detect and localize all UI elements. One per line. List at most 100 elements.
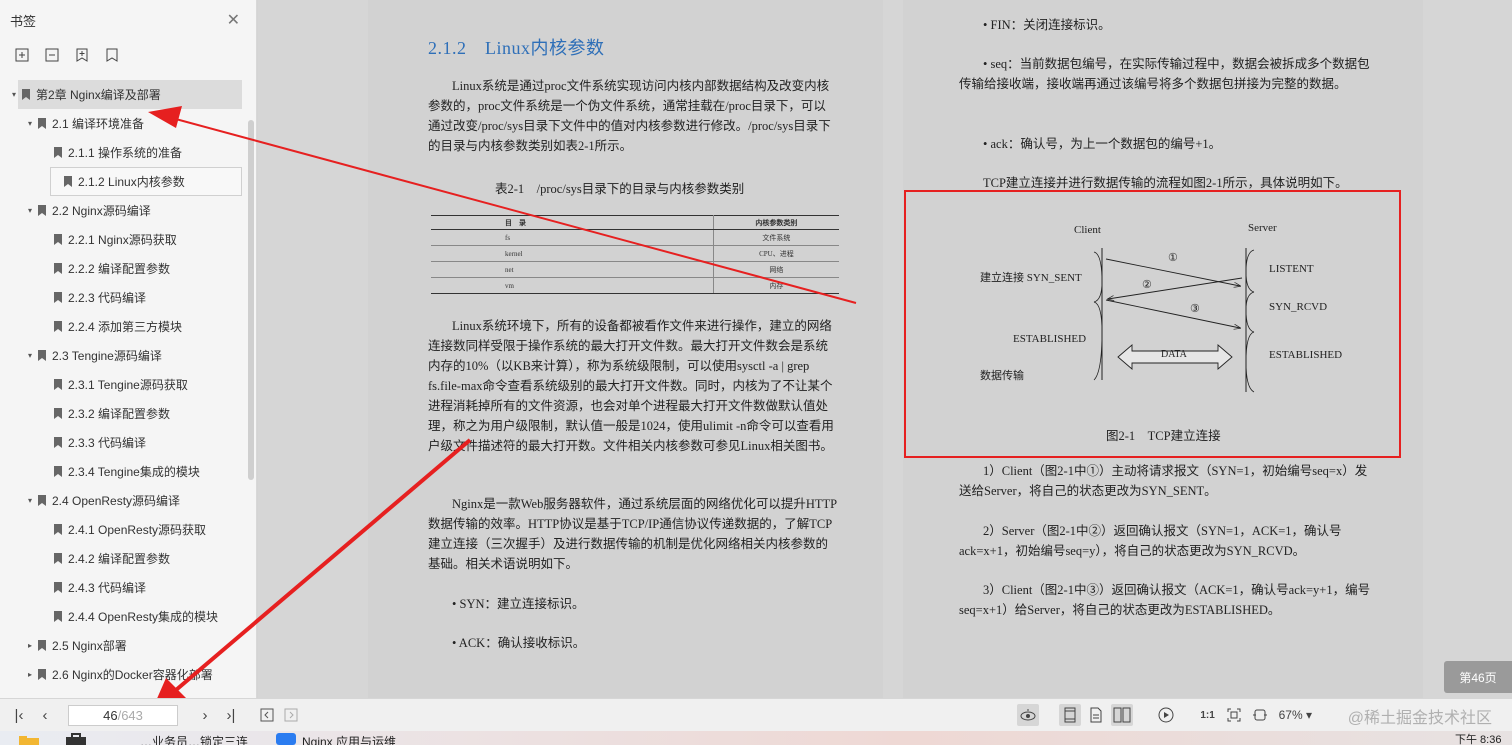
bookmark-item[interactable]: ▸ 2.6 Nginx的Docker容器化部署 (0, 660, 250, 689)
bookmark-item[interactable]: ▸ 2.5 Nginx部署 (0, 631, 250, 660)
bookmark-label: 2.2.2 编译配置参数 (68, 262, 171, 276)
bookmark-sidebar: 书签 ✕ ▾ 第2章 Nginx编译及部署 ▾ 2.1 编译环境准备 2.1.1 操作系… (0, 0, 257, 698)
document-viewport: 2.1.2 Linux内核参数 Linux系统是通过proc文件系统实现访问内核… (258, 0, 1512, 698)
bookmark-label: 2.3.3 代码编译 (68, 436, 147, 450)
table-row: net 网络 (431, 261, 839, 278)
bookmark-icon (38, 495, 46, 506)
bookmark-item[interactable]: 2.1.2 Linux内核参数 (50, 167, 242, 196)
step-2-text: 2）Server（图2-1中②）返回确认报文（SYN=1，ACK=1，确认号ac… (959, 524, 1342, 558)
bookmark-item[interactable]: ▾ 2.2 Nginx源码编译 (0, 196, 250, 225)
bookmark-icon[interactable] (104, 47, 120, 63)
table-caption: 表2-1 /proc/sys目录下的目录与内核参数类别 (495, 182, 745, 196)
expand-all-icon[interactable] (14, 47, 30, 63)
expand-toggle-icon[interactable]: ▸ (25, 641, 35, 650)
state-syn-sent: 建立连接 SYN_SENT (980, 272, 1082, 284)
bookmark-item[interactable]: 2.2.3 代码编译 (0, 283, 250, 312)
panel-toggle-icon[interactable] (280, 704, 302, 726)
zoom-select[interactable]: 67% ▾ (1279, 708, 1312, 722)
bookmark-label: 2.3 Tengine源码编译 (52, 349, 162, 363)
bookmark-item[interactable]: ▾ 2.4 OpenResty源码编译 (0, 486, 250, 515)
first-page-icon[interactable]: |‹ (6, 707, 32, 724)
expand-toggle-icon[interactable]: ▾ (25, 351, 35, 360)
bookmark-icon (54, 437, 62, 448)
bookmark-item[interactable]: 2.3.3 代码编译 (0, 428, 250, 457)
bookmark-item[interactable]: 2.2.4 添加第三方模块 (0, 312, 250, 341)
bookmark-icon (38, 669, 46, 680)
bookmark-tree: ▾ 第2章 Nginx编译及部署 ▾ 2.1 编译环境准备 2.1.1 操作系统的准备 2… (0, 80, 250, 689)
bookmark-item[interactable]: ▾ 2.1 编译环境准备 (0, 109, 250, 138)
expand-toggle-icon[interactable]: ▸ (25, 670, 35, 679)
bookmark-item[interactable]: ▾ 第2章 Nginx编译及部署 (12, 80, 242, 109)
bookmark-item[interactable]: 2.3.1 Tengine源码获取 (0, 370, 250, 399)
taskbar-app-2[interactable]: Nginx 应用与运维 (302, 733, 396, 745)
briefcase-icon[interactable] (64, 733, 88, 745)
bookmark-label: 2.4.4 OpenResty集成的模块 (68, 610, 219, 624)
bookmark-item[interactable]: 2.4.3 代码编译 (0, 573, 250, 602)
close-icon[interactable]: ✕ (227, 10, 240, 30)
bullet-seq: • seq：当前数据包编号，在实际传输过程中，数据会被拆成多个数据包传输给接收端… (959, 57, 1370, 91)
continuous-page-icon[interactable] (1085, 704, 1107, 726)
folder-icon[interactable] (18, 735, 40, 745)
bookmark-label: 2.4.2 编译配置参数 (68, 552, 171, 566)
step-1-text: 1）Client（图2-1中①）主动将请求报文（SYN=1，初始编号seq=x）… (959, 464, 1368, 498)
taskbar-app-1[interactable]: …业务员…锁定三连 (140, 733, 248, 745)
last-page-icon[interactable]: ›| (218, 707, 244, 724)
bookmark-icon (54, 263, 62, 274)
single-page-icon[interactable] (1058, 704, 1081, 726)
total-pages: /643 (117, 707, 143, 723)
bookmark-item[interactable]: ▾ 2.3 Tengine源码编译 (0, 341, 250, 370)
sidebar-toggle-icon[interactable] (256, 704, 278, 726)
next-page-icon[interactable]: › (192, 707, 218, 724)
expand-toggle-icon[interactable]: ▾ (9, 90, 19, 99)
kernel-param-table: 目 录 内核参数类别 fs 文件系统 kernel CPU、进程 net 网络 vm 内… (431, 215, 839, 294)
fit-page-icon[interactable] (1223, 704, 1245, 726)
table-header: 目 录 (431, 215, 714, 230)
bookmark-item[interactable]: 2.4.2 编译配置参数 (0, 544, 250, 573)
bookmark-icon (38, 118, 46, 129)
fit-width-icon[interactable] (1249, 704, 1271, 726)
bookmark-icon (54, 379, 62, 390)
bookmark-label: 2.1 编译环境准备 (52, 117, 145, 131)
bookmark-icon (54, 466, 62, 477)
bookmark-icon (54, 553, 62, 564)
bookmark-item[interactable]: 2.3.2 编译配置参数 (0, 399, 250, 428)
eye-protection-icon[interactable] (1016, 704, 1039, 726)
table-cell: 内存 (713, 277, 839, 294)
tcp-handshake-diagram (1093, 248, 1255, 393)
bookmark-item[interactable]: 2.2.1 Nginx源码获取 (0, 225, 250, 254)
bookmark-label: 2.4.3 代码编译 (68, 581, 147, 595)
page-number-input[interactable]: 46/643 (68, 704, 178, 726)
pdf-reader-window: 书签 ✕ ▾ 第2章 Nginx编译及部署 ▾ 2.1 编译环境准备 2.1.1 操作系… (0, 0, 1512, 745)
bookmark-icon (54, 321, 62, 332)
add-bookmark-icon[interactable] (74, 47, 90, 63)
sidebar-scrollbar[interactable] (248, 120, 254, 480)
bookmark-icon (54, 611, 62, 622)
section-heading: 2.1.2 Linux内核参数 (428, 38, 605, 58)
app-blue-icon[interactable] (276, 733, 296, 745)
state-listen: LISTENT (1269, 263, 1314, 275)
sidebar-title: 书签 (10, 13, 37, 29)
bookmark-item[interactable]: 2.4.1 OpenResty源码获取 (0, 515, 250, 544)
bookmark-label: 2.4 OpenResty源码编译 (52, 494, 181, 508)
prev-page-icon[interactable]: ‹ (32, 707, 58, 724)
bullet-syn: • SYN：建立连接标识。 (452, 597, 585, 611)
expand-toggle-icon[interactable]: ▾ (25, 496, 35, 505)
double-page-icon[interactable] (1110, 704, 1133, 726)
bookmark-item[interactable]: 2.2.2 编译配置参数 (0, 254, 250, 283)
bookmark-item[interactable]: 2.4.4 OpenResty集成的模块 (0, 602, 250, 631)
tcp-figure-highlight: Client Server 建立连接 SYN_SENT ESTABLISHED … (904, 190, 1401, 458)
step-3-marker: ③ (1190, 303, 1200, 315)
bookmark-item[interactable]: 2.1.1 操作系统的准备 (0, 138, 250, 167)
bookmark-label: 2.4.1 OpenResty源码获取 (68, 523, 207, 537)
actual-size-icon[interactable]: 1:1 (1197, 704, 1219, 726)
bookmark-item[interactable]: 2.3.4 Tengine集成的模块 (0, 457, 250, 486)
collapse-all-icon[interactable] (44, 47, 60, 63)
expand-toggle-icon[interactable]: ▾ (25, 206, 35, 215)
expand-toggle-icon[interactable]: ▾ (25, 119, 35, 128)
bookmark-icon (64, 176, 72, 187)
play-icon[interactable] (1155, 704, 1177, 726)
bookmark-label: 2.3.4 Tengine集成的模块 (68, 465, 200, 479)
step-2-marker: ② (1142, 279, 1152, 291)
bookmark-label: 2.3.1 Tengine源码获取 (68, 378, 188, 392)
data-arrow-label: DATA (1161, 349, 1187, 360)
